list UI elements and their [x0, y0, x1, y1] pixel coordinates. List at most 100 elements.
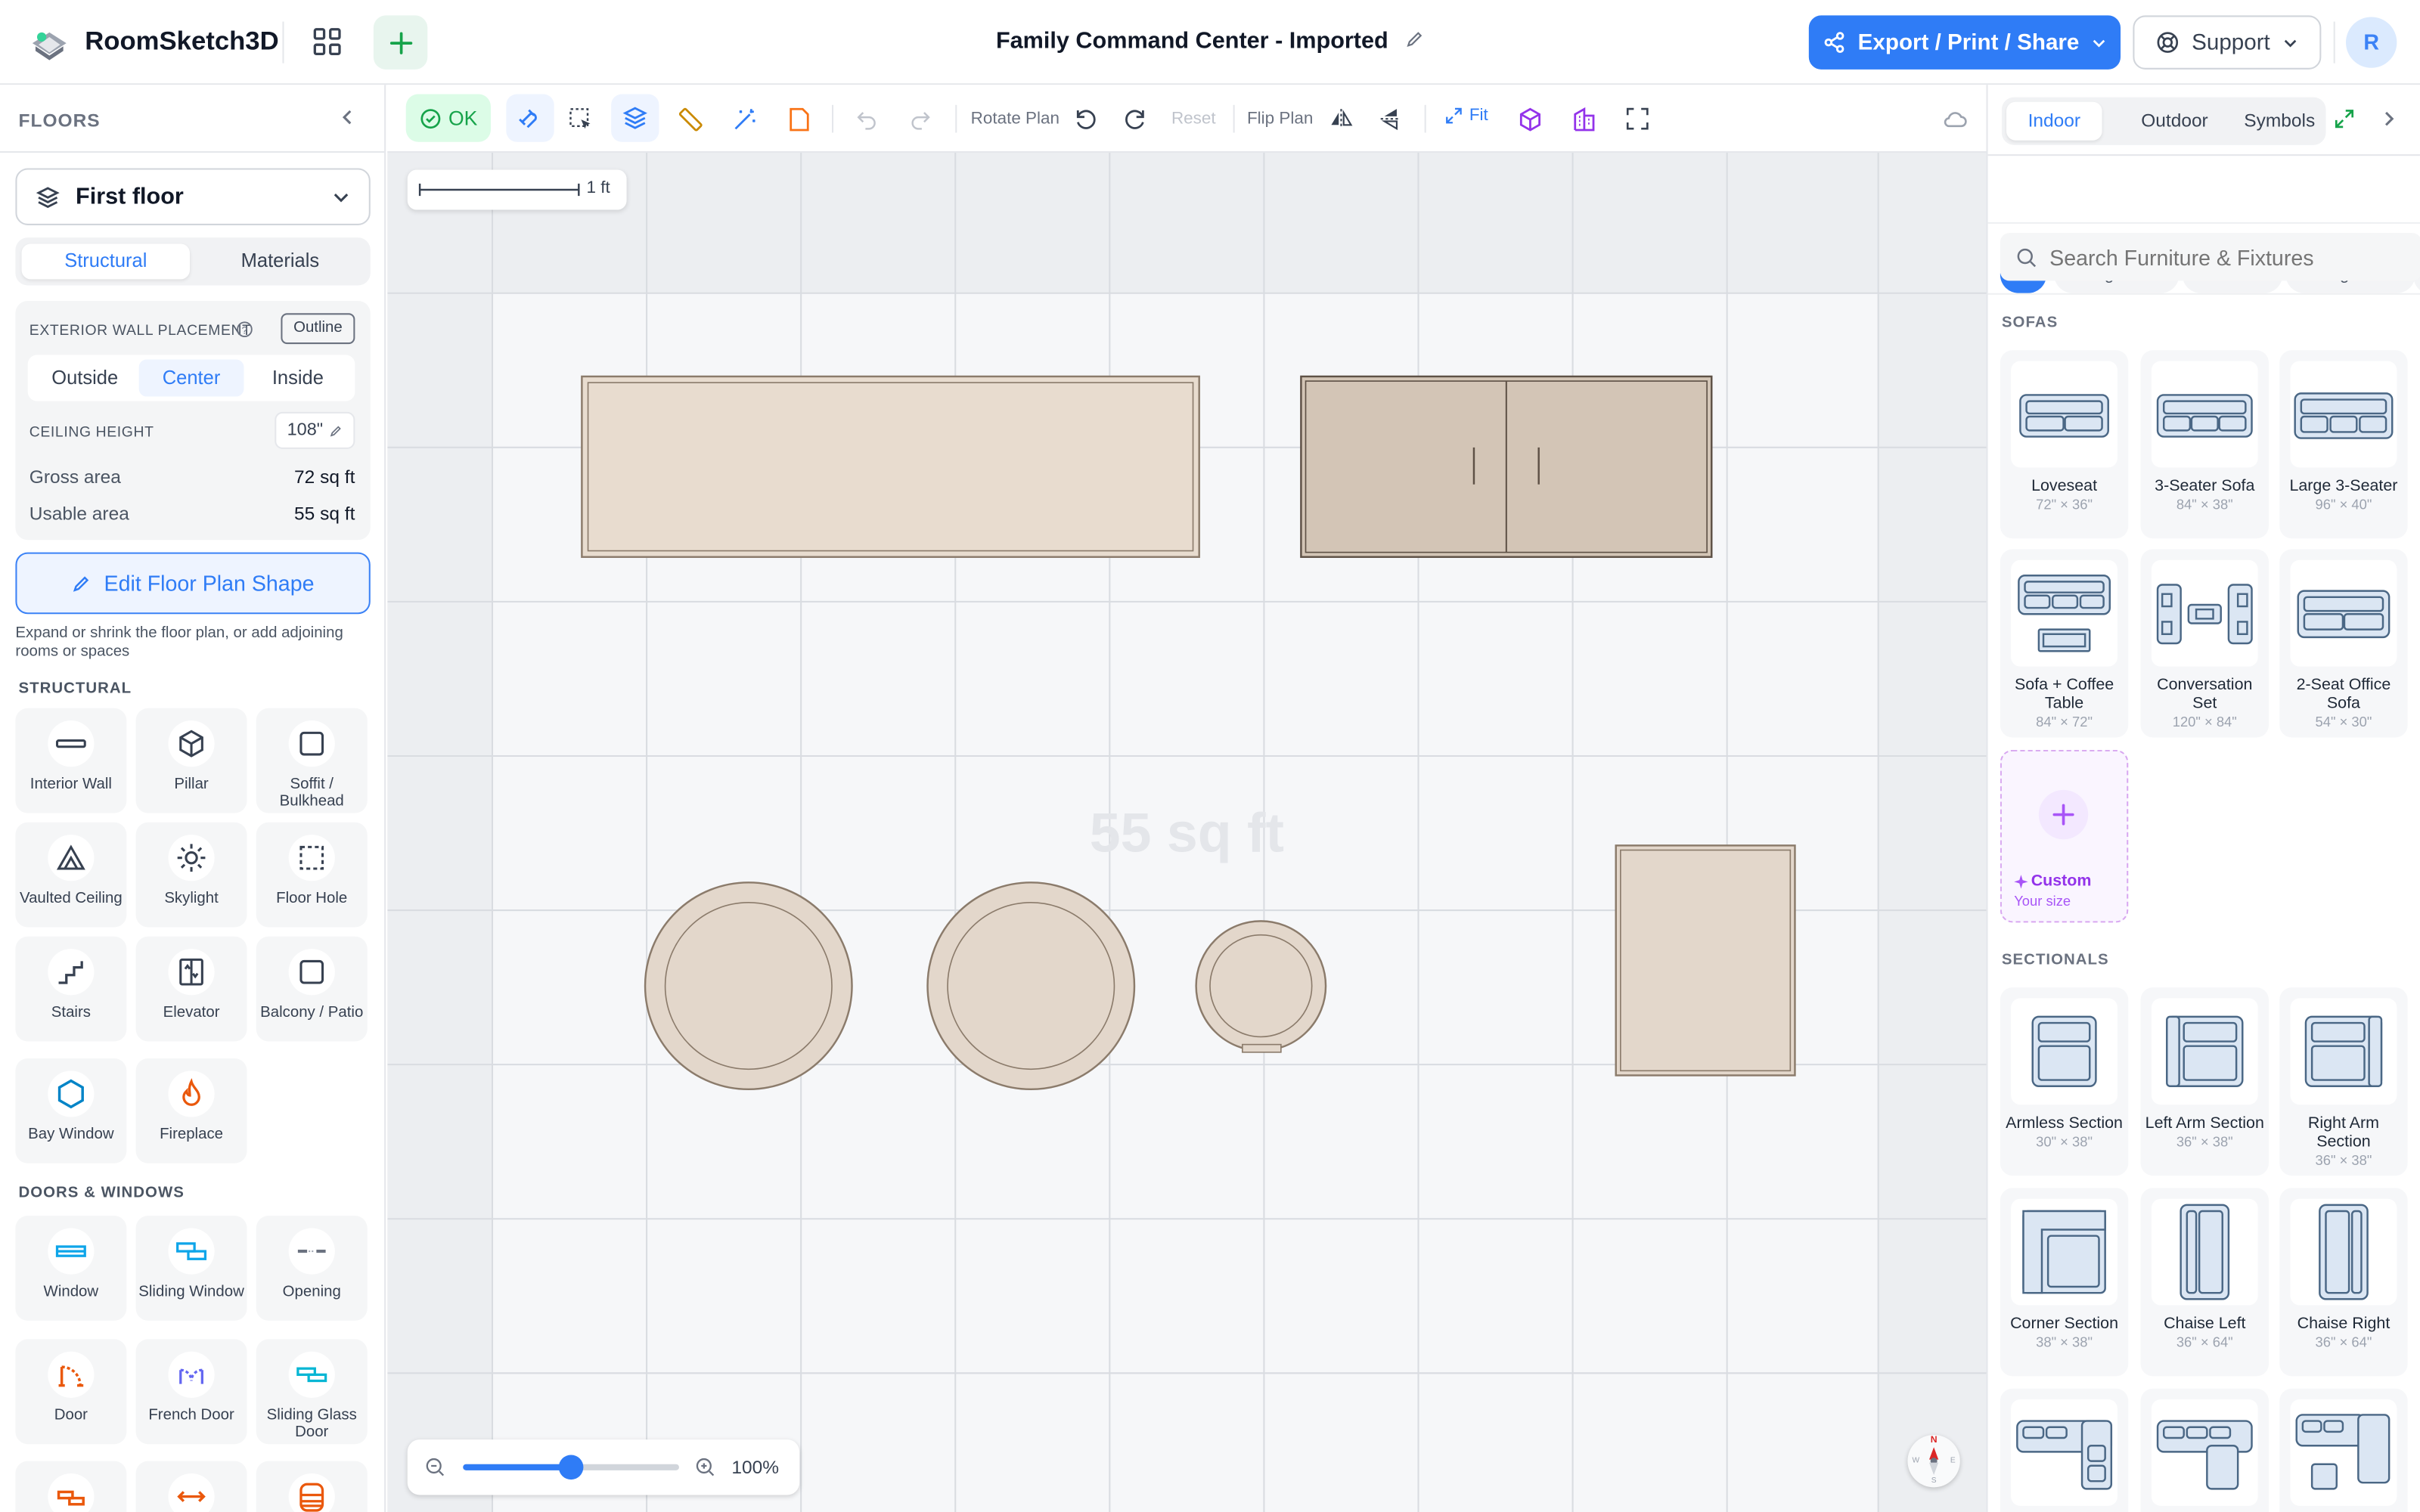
compass[interactable]: N W E S	[1907, 1434, 1960, 1488]
outline-button[interactable]: Outline	[281, 313, 355, 345]
tab-indoor[interactable]: Indoor	[2006, 101, 2102, 141]
tool-opening[interactable]: Opening	[256, 1216, 368, 1321]
magic-wand-icon[interactable]	[728, 104, 759, 135]
tool-item[interactable]	[135, 1461, 247, 1512]
item-armless-section[interactable]: Armless Section 30" × 38"	[2000, 987, 2129, 1176]
tool-item[interactable]	[15, 1461, 127, 1512]
item-custom[interactable]: Custom Your size	[2000, 749, 2129, 923]
ruler-icon[interactable]	[675, 104, 706, 135]
item-corner-section[interactable]: Corner Section 38" × 38"	[2000, 1188, 2129, 1377]
new-plan-button[interactable]	[373, 15, 428, 70]
left-panel: FLOORS First floor Structural Materials …	[0, 85, 386, 1512]
tool-item[interactable]	[256, 1461, 368, 1512]
tool-sliding-window[interactable]: Sliding Window	[135, 1216, 247, 1321]
tool-stairs[interactable]: Stairs	[15, 936, 127, 1042]
item-left-arm-section[interactable]: Left Arm Section 36" × 38"	[2140, 987, 2269, 1176]
divider	[1424, 104, 1426, 133]
tool-interior-wall[interactable]: Interior Wall	[15, 708, 127, 813]
tool-french-door[interactable]: French Door	[135, 1339, 247, 1445]
item-2-seat-office-sofa[interactable]: 2-Seat Office Sofa 54" × 30"	[2279, 549, 2408, 738]
l-sectional-icon	[2151, 1399, 2258, 1506]
conversation-set-icon	[2151, 559, 2258, 667]
item-chaise-left[interactable]: Chaise Left 36" × 64"	[2140, 1188, 2269, 1377]
chevron-right-icon[interactable]	[2380, 110, 2398, 128]
dashboard-icon[interactable]	[312, 26, 343, 57]
placement-outside[interactable]: Outside	[31, 360, 139, 397]
magnet-snap-button[interactable]	[506, 94, 554, 142]
tab-symbols[interactable]: Symbols	[2233, 102, 2325, 141]
tool-balcony[interactable]: Balcony / Patio	[256, 936, 368, 1042]
gross-area-value: 72 sq ft	[294, 466, 355, 488]
item-sectional[interactable]	[2279, 1388, 2408, 1512]
reset-button[interactable]: Reset	[1171, 110, 1216, 128]
item-name: Left Arm Section	[2145, 1114, 2264, 1132]
floor-plan-canvas[interactable]: 55 sq ft 1 ft 100% N W E S	[387, 153, 1987, 1512]
item-conversation-set[interactable]: Conversation Set 120" × 84"	[2140, 549, 2269, 738]
floor-select[interactable]: First floor	[15, 168, 371, 225]
export-button[interactable]: Export / Print / Share	[1808, 15, 2121, 70]
tab-outdoor[interactable]: Outdoor	[2113, 102, 2236, 141]
tool-sliding-glass-door[interactable]: Sliding Glass Door	[256, 1339, 368, 1445]
sectionals-heading: SECTIONALS	[2001, 952, 2109, 969]
tool-door[interactable]: Door	[15, 1339, 127, 1445]
document-title-text: Family Command Center - Imported	[995, 27, 1388, 54]
item-chaise-right[interactable]: Chaise Right 36" × 64"	[2279, 1188, 2408, 1377]
layers-button[interactable]	[611, 94, 659, 142]
zoom-in-icon[interactable]	[694, 1457, 716, 1479]
note-icon[interactable]	[783, 104, 814, 135]
item-sectional[interactable]	[2000, 1388, 2129, 1512]
tool-label: Floor Hole	[276, 890, 348, 907]
zoom-out-icon[interactable]	[424, 1457, 446, 1479]
help-icon[interactable]: ?	[236, 321, 253, 337]
item-sofa-coffee-table[interactable]: Sofa + Coffee Table 84" × 72"	[2000, 549, 2129, 738]
rotate-right-icon[interactable]	[1119, 104, 1150, 135]
divider	[1987, 293, 2420, 295]
placement-inside[interactable]: Inside	[244, 360, 352, 397]
chevron-down-icon	[2284, 39, 2297, 47]
ceiling-height-input[interactable]: 108"	[275, 411, 355, 449]
tool-vaulted-ceiling[interactable]: Vaulted Ceiling	[15, 822, 127, 928]
flip-horizontal-icon[interactable]	[1326, 104, 1357, 135]
fullscreen-icon[interactable]	[1622, 104, 1653, 135]
tab-materials[interactable]: Materials	[196, 243, 364, 279]
tool-elevator[interactable]: Elevator	[135, 936, 247, 1042]
pencil-icon[interactable]	[1404, 29, 1424, 50]
zoom-slider-fill	[463, 1464, 572, 1470]
tool-skylight[interactable]: Skylight	[135, 822, 247, 928]
item-sectional[interactable]	[2140, 1388, 2269, 1512]
placement-center[interactable]: Center	[138, 359, 244, 397]
edit-floor-plan-button[interactable]: Edit Floor Plan Shape	[15, 552, 371, 615]
support-button[interactable]: Support	[2133, 15, 2322, 70]
item-loveseat[interactable]: Loveseat 72" × 36"	[2000, 350, 2129, 539]
gross-area-label: Gross area	[29, 466, 121, 488]
item-3-seater-sofa[interactable]: 3-Seater Sofa 84" × 38"	[2140, 350, 2269, 539]
item-right-arm-section[interactable]: Right Arm Section 36" × 38"	[2279, 987, 2408, 1176]
tool-bay-window[interactable]: Bay Window	[15, 1058, 127, 1163]
expand-icon[interactable]	[2334, 108, 2356, 130]
tool-fireplace[interactable]: Fireplace	[135, 1058, 247, 1163]
redo-icon[interactable]	[904, 104, 935, 135]
building-icon[interactable]	[1568, 104, 1599, 135]
status-ok-button[interactable]: OK	[405, 94, 491, 142]
select-area-icon[interactable]	[565, 104, 596, 135]
flip-vertical-icon[interactable]	[1375, 104, 1406, 135]
tool-floor-hole[interactable]: Floor Hole	[256, 822, 368, 928]
zoom-slider-handle[interactable]	[558, 1455, 584, 1480]
furniture-search-input[interactable]	[2049, 244, 2405, 270]
3d-view-icon[interactable]	[1514, 104, 1545, 135]
avatar[interactable]: R	[2346, 17, 2397, 68]
fit-button[interactable]: Fit	[1444, 107, 1488, 125]
furniture-stool	[1195, 920, 1327, 1053]
undo-icon[interactable]	[850, 104, 881, 135]
tool-soffit[interactable]: Soffit / Bulkhead	[256, 708, 368, 813]
edit-floor-plan-label: Edit Floor Plan Shape	[104, 571, 315, 596]
cloud-icon[interactable]	[1938, 104, 1969, 135]
tool-pillar[interactable]: Pillar	[135, 708, 247, 813]
zoom-slider-track[interactable]	[463, 1455, 679, 1480]
tool-window[interactable]: Window	[15, 1216, 127, 1321]
collapse-panel-icon[interactable]	[338, 108, 356, 126]
furniture-search[interactable]	[2000, 233, 2420, 281]
rotate-left-icon[interactable]	[1069, 104, 1100, 135]
item-large-3-seater[interactable]: Large 3-Seater 96" × 40"	[2279, 350, 2408, 539]
tab-structural[interactable]: Structural	[21, 243, 191, 280]
